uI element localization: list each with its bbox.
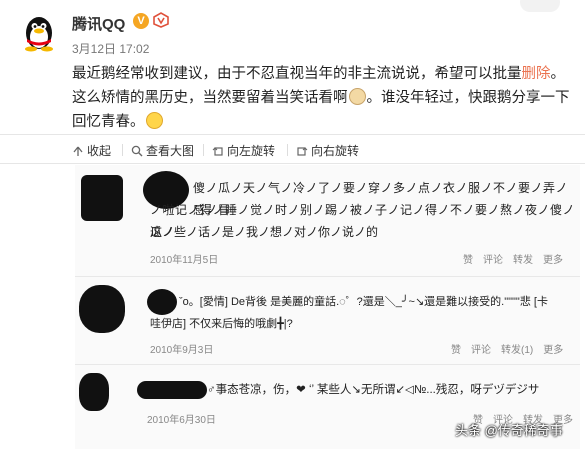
repost-link[interactable]: 转发: [513, 251, 533, 266]
attached-image[interactable]: 傻ノ瓜ノ天ノ气ノ冷ノ了ノ要ノ穿ノ多ノ点ノ衣ノ服ノ不ノ要ノ弄ノ感ノ冒 ノ啦记ノ得ノ…: [75, 165, 580, 449]
search-icon: [131, 145, 143, 157]
old-post-2: ˇo。[愛情] De背後 是美麗的童話.◌゜?還是＼_╯~↘還是難以接受的.""…: [75, 277, 580, 365]
blurred-avatar: [79, 285, 125, 333]
vip-icon: [152, 12, 170, 31]
rotate-right-label: 向右旋转: [311, 144, 360, 158]
old-post-actions: 赞 评论 转发(1) 更多: [451, 341, 563, 356]
rotate-left-button[interactable]: 向左旋转: [212, 142, 275, 159]
old-post-text-line: 哇伊店] 不仅来后悔的哦劇╋|?: [150, 318, 293, 330]
divider: [122, 144, 123, 156]
blurred-avatar: [81, 175, 123, 221]
author-name[interactable]: 腾讯QQ: [72, 13, 125, 34]
like-link[interactable]: 赞: [451, 341, 461, 356]
old-post-date: 2010年6月30日: [147, 415, 216, 426]
watermark: 头条 @传奇稀奇事: [455, 423, 563, 438]
blurred-avatar: [79, 373, 109, 411]
comment-link[interactable]: 评论: [483, 251, 503, 266]
doge-emoji-icon: [348, 88, 366, 105]
old-post-date: 2010年9月3日: [150, 345, 214, 356]
view-large-label: 查看大图: [146, 144, 195, 158]
collapse-label: 收起: [87, 144, 112, 158]
blurred-name: [147, 289, 177, 315]
rotate-right-button[interactable]: 向右旋转: [296, 142, 359, 159]
rotate-left-icon: [212, 145, 224, 157]
more-link[interactable]: 更多: [543, 251, 563, 266]
rotate-left-label: 向左旋转: [227, 144, 276, 158]
highlighted-word: 删除: [521, 66, 551, 82]
post-text-part1: 最近鹅经常收到建议，由于不忍直视当年的非主流说说，希望可以批量: [72, 66, 522, 82]
weibo-post-card: 腾讯QQ V 3月12日 17:02 最近鹅经常收到建议，由于不忍直视当年的非主…: [0, 0, 585, 449]
blurred-name: [137, 381, 207, 399]
more-link[interactable]: 更多: [543, 341, 563, 356]
old-post-text-line: 这ノ些ノ话ノ是ノ我ノ想ノ对ノ你ノ说ノ的: [150, 225, 379, 239]
divider: [287, 144, 288, 156]
view-large-button[interactable]: 查看大图: [131, 142, 194, 159]
corner-decoration: [520, 0, 560, 12]
repost-link[interactable]: 转发(1): [501, 341, 533, 356]
divider: [203, 144, 204, 156]
old-post-1: 傻ノ瓜ノ天ノ气ノ冷ノ了ノ要ノ穿ノ多ノ点ノ衣ノ服ノ不ノ要ノ弄ノ感ノ冒 ノ啦记ノ得ノ…: [75, 165, 580, 277]
collapse-icon: [72, 145, 84, 157]
like-link[interactable]: 赞: [463, 251, 473, 266]
comment-link[interactable]: 评论: [471, 341, 491, 356]
smile-emoji-icon: [145, 112, 163, 129]
collapse-button[interactable]: 收起: [72, 142, 111, 159]
post-text: 最近鹅经常收到建议，由于不忍直视当年的非主流说说，希望可以批量删除。这么矫情的黑…: [72, 62, 572, 134]
old-post-text-line: ˇo。[愛情] De背後 是美麗的童話.◌゜?還是＼_╯~↘還是難以接受的.""…: [179, 296, 548, 308]
image-action-bar: 收起 查看大图 向左旋转 向右旋转: [0, 134, 585, 164]
qq-penguin-icon[interactable]: [19, 12, 59, 52]
old-post-actions: 赞 评论 转发 更多: [463, 251, 563, 266]
verified-badge-icon: V: [133, 13, 149, 29]
rotate-right-icon: [296, 145, 308, 157]
old-post-date: 2010年11月5日: [150, 255, 219, 266]
old-post-text-line: ♂事态苍凉，伤，❤ ‘’ 某些人↘无所谓↙◁№...残忍，呀デヅデジサ: [207, 384, 540, 396]
post-time[interactable]: 3月12日 17:02: [72, 40, 149, 57]
